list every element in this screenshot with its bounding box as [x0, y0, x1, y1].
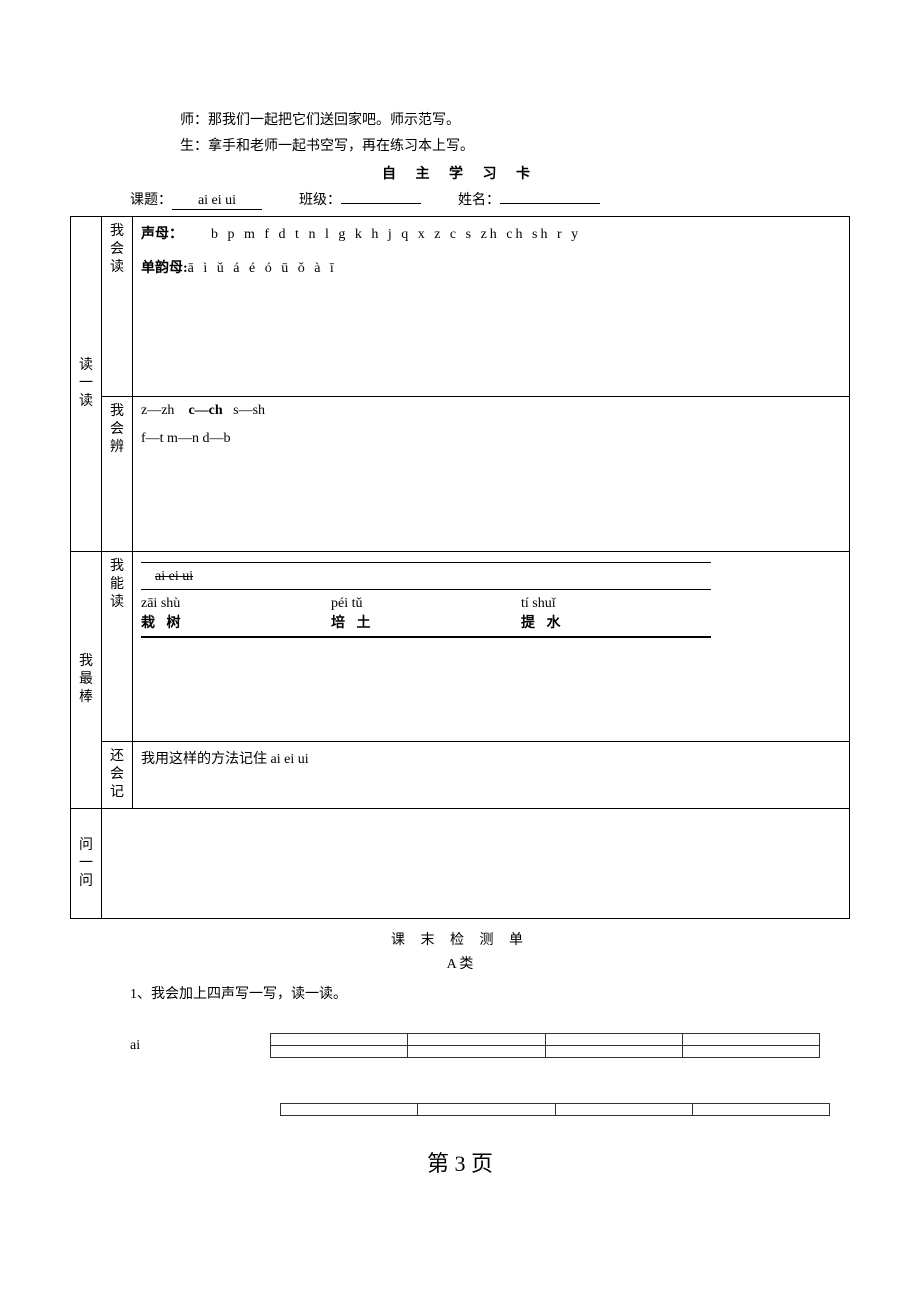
rule-3 — [141, 636, 711, 638]
question-1: 1、我会加上四声写一写，读一读。 — [130, 983, 850, 1003]
word2-hanzi: 培 土 — [331, 612, 521, 632]
rule-1 — [141, 562, 711, 563]
sub-remember: 还会记 — [102, 741, 133, 809]
page-number: 第 3 页 — [70, 1146, 850, 1178]
rule-2 — [141, 589, 711, 590]
category-best: 我最棒 — [71, 551, 102, 809]
header-line: 课题：ai ei ui 班级： 姓名： — [130, 189, 850, 210]
sub-can-read: 我会读 — [102, 216, 133, 396]
card-title: 自 主 学 习 卡 — [70, 163, 850, 183]
writing-grid-1[interactable] — [270, 1033, 820, 1058]
content-can-read-2: ai ei ui zāi shù péi tǔ tí shuǐ 栽 树 培 土 … — [133, 551, 850, 741]
danyunmu-list: ā ì ǔ á é ó ū ǒ à ī — [188, 261, 337, 276]
sub-can-distinguish: 我会辨 — [102, 396, 133, 551]
word3-hanzi: 提 水 — [521, 612, 711, 632]
hanzi-row: 栽 树 培 土 提 水 — [141, 612, 711, 632]
content-ask — [102, 809, 850, 919]
class-label: 班级： — [299, 193, 341, 208]
word2-pinyin: péi tǔ — [331, 596, 521, 612]
ai-label: ai — [130, 1038, 140, 1054]
intro-line-2: 生：拿手和老师一起书空写，再在练习本上写。 — [180, 136, 850, 158]
word1-hanzi: 栽 树 — [141, 612, 331, 632]
test-sub: A 类 — [70, 953, 850, 973]
writing-grid-2[interactable] — [280, 1103, 830, 1116]
shengmu-list: b p m f d t n l g k h j q x z c s zh ch … — [211, 227, 581, 242]
name-label: 姓名： — [458, 193, 500, 208]
distinguish-line-2: f—t m—n d—b — [141, 431, 841, 447]
topic-label: 课题： — [130, 193, 172, 208]
name-value[interactable] — [500, 203, 600, 204]
sub-can-read-2: 我能读 — [102, 551, 133, 741]
category-read: 读一读 — [71, 216, 102, 551]
content-distinguish: z—zh c—ch s—sh f—t m—n d—b — [133, 396, 850, 551]
category-ask: 问一问 — [71, 809, 102, 919]
topic-value: ai ei ui — [172, 193, 262, 210]
word3-pinyin: tí shuǐ — [521, 596, 711, 612]
intro-line-1: 师：那我们一起把它们送回家吧。师示范写。 — [180, 110, 850, 132]
content-read: 声母： b p m f d t n l g k h j q x z c s zh… — [133, 216, 850, 396]
strike-line: ai ei ui — [155, 569, 193, 584]
pinyin-row: zāi shù péi tǔ tí shuǐ — [141, 596, 711, 612]
class-value[interactable] — [341, 203, 421, 204]
content-remember: 我用这样的方法记住 ai ei ui — [133, 741, 850, 809]
shengmu-label: 声母： — [141, 227, 183, 242]
danyunmu-label: 单韵母: — [141, 261, 188, 276]
word1-pinyin: zāi shù — [141, 596, 331, 612]
distinguish-line-1: z—zh c—ch s—sh — [141, 403, 265, 418]
test-title: 课 末 检 测 单 — [70, 929, 850, 949]
study-card-table: 读一读 我会读 声母： b p m f d t n l g k h j q x … — [70, 216, 850, 920]
